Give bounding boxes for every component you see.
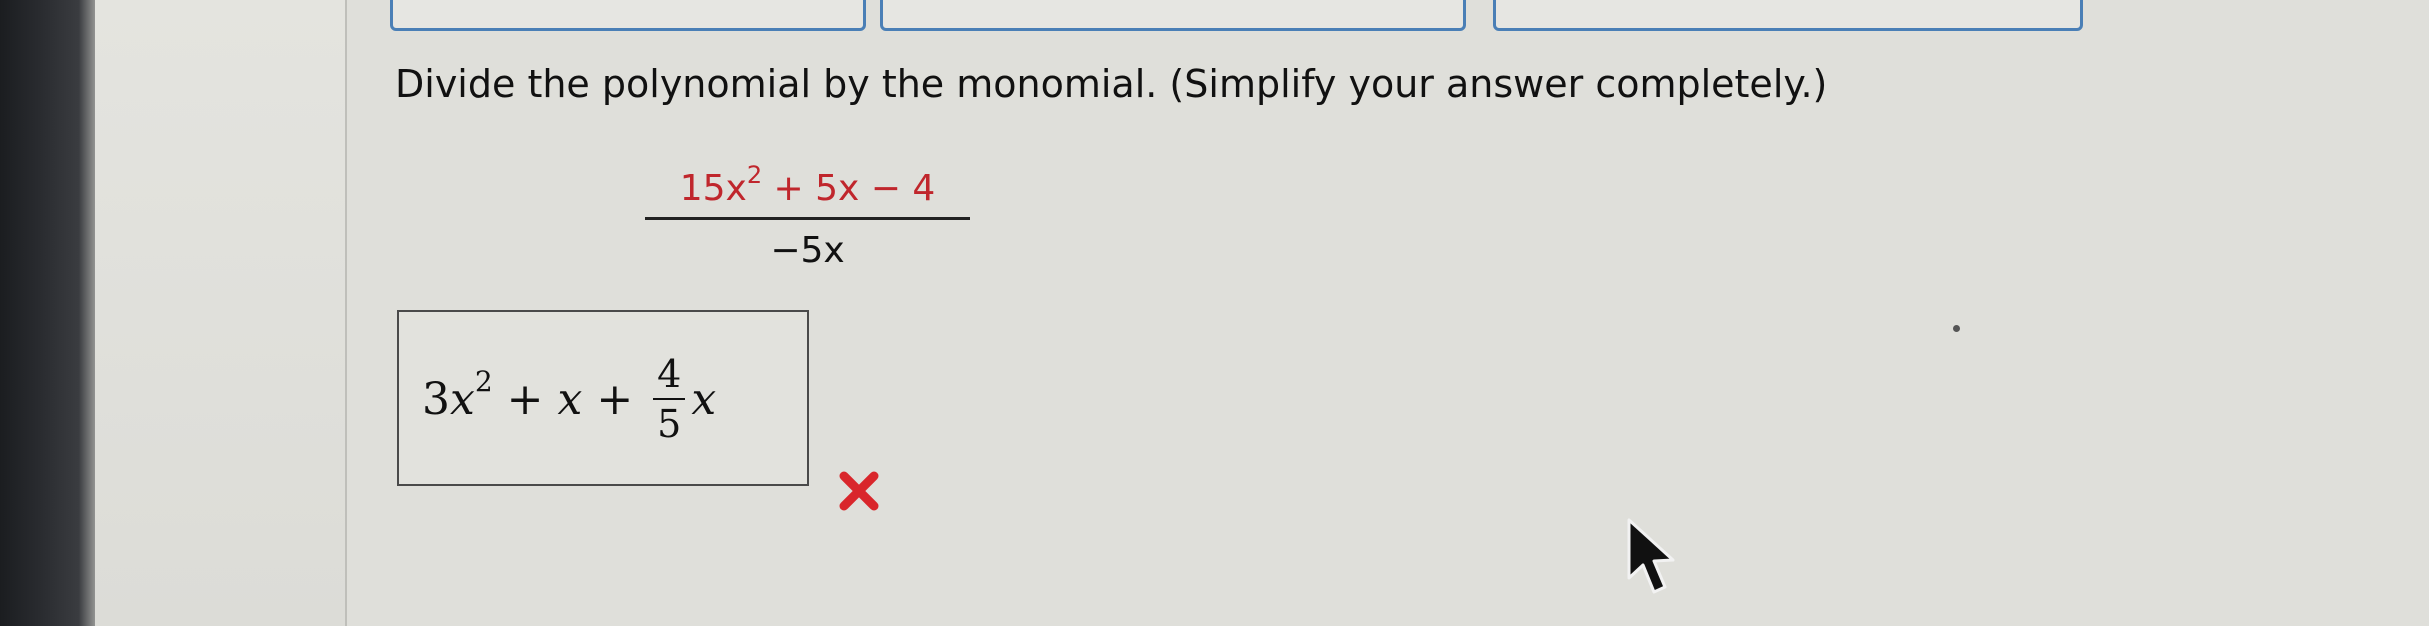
numerator-term: 15x bbox=[679, 168, 747, 209]
answer-var-2: x bbox=[557, 373, 583, 425]
answer-coef: 3 bbox=[422, 373, 450, 425]
answer-fraction: 4 5 bbox=[653, 352, 686, 446]
numerator-exponent: 2 bbox=[746, 161, 763, 189]
mouse-cursor-icon bbox=[1627, 518, 1675, 594]
answer-exponent: 2 bbox=[474, 364, 493, 398]
problem-fraction: 15x2 + 5x − 4 −5x bbox=[645, 161, 970, 271]
top-button-3[interactable] bbox=[1493, 0, 2083, 31]
answer-var-3: x bbox=[691, 373, 717, 425]
question-prompt: Divide the polynomial by the monomial. (… bbox=[395, 62, 1828, 106]
top-button-2[interactable] bbox=[880, 0, 1466, 31]
top-button-1[interactable] bbox=[390, 0, 866, 31]
answer-plus-2: + bbox=[582, 373, 648, 425]
fraction-denominator: −5x bbox=[770, 230, 845, 271]
fraction-numerator: 15x2 + 5x − 4 bbox=[645, 161, 970, 220]
answer-fraction-denominator: 5 bbox=[657, 402, 682, 446]
answer-fraction-numerator: 4 bbox=[653, 352, 686, 400]
answer-expression: 3x2 + x + 4 5 x bbox=[422, 352, 716, 446]
answer-input[interactable]: 3x2 + x + 4 5 x bbox=[397, 310, 809, 486]
numerator-rest: + 5x − 4 bbox=[762, 168, 936, 209]
screen-speck bbox=[1953, 325, 1960, 332]
device-bezel bbox=[0, 0, 105, 626]
incorrect-x-icon bbox=[839, 471, 879, 511]
answer-plus-1: + bbox=[492, 373, 558, 425]
answer-var-1: x bbox=[450, 373, 475, 425]
